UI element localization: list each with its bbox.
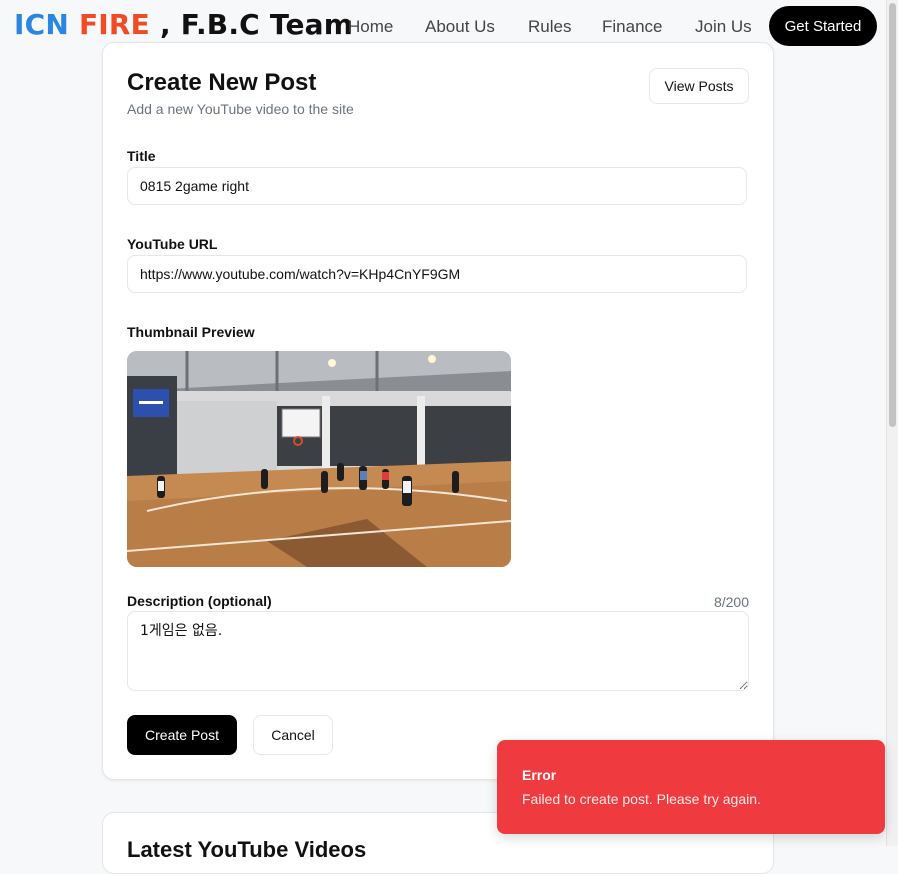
logo-icn-text: ICN — [14, 8, 70, 41]
create-post-card: Create New Post Add a new YouTube video … — [102, 42, 774, 780]
site-logo[interactable]: ICN FIRE , F.B.C Team — [14, 8, 353, 41]
logo-team-text: , F.B.C Team — [150, 8, 354, 41]
thumbnail-preview-label: Thumbnail Preview — [127, 324, 255, 340]
nav-link-rules[interactable]: Rules — [528, 17, 571, 37]
description-label: Description (optional) — [127, 593, 272, 609]
get-started-button[interactable]: Get Started — [769, 6, 877, 46]
description-textarea[interactable]: 1게임은 없음. — [127, 611, 749, 691]
cancel-button[interactable]: Cancel — [253, 715, 333, 755]
youtube-url-label: YouTube URL — [127, 236, 218, 252]
description-char-count: 8/200 — [713, 594, 749, 610]
title-label: Title — [127, 148, 156, 164]
nav-link-about-us[interactable]: About Us — [425, 17, 495, 37]
page-scrollbar-thumb[interactable] — [889, 3, 896, 427]
latest-videos-title: Latest YouTube Videos — [127, 837, 367, 862]
thumbnail-image — [127, 351, 511, 567]
page-title: Create New Post — [127, 69, 317, 96]
logo-fire-text: FIRE — [78, 8, 151, 41]
page-subtitle: Add a new YouTube video to the site — [127, 101, 354, 117]
toast-title: Error — [522, 767, 557, 783]
nav-link-join-us[interactable]: Join Us — [695, 17, 752, 37]
nav-link-finance[interactable]: Finance — [602, 17, 662, 37]
error-toast: Error Failed to create post. Please try … — [497, 740, 885, 834]
youtube-url-input[interactable] — [127, 255, 747, 293]
toast-message: Failed to create post. Please try again. — [522, 791, 761, 807]
title-input[interactable] — [127, 167, 747, 205]
nav-link-home[interactable]: Home — [348, 17, 393, 37]
view-posts-button[interactable]: View Posts — [649, 68, 749, 104]
create-post-button[interactable]: Create Post — [127, 715, 237, 755]
